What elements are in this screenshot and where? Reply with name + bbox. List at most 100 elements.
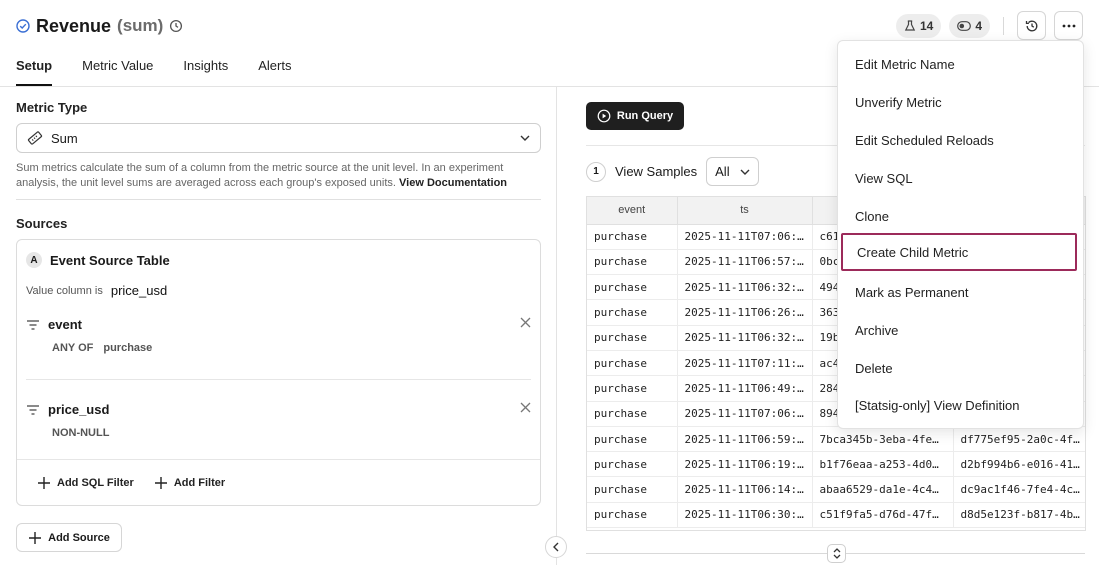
filter-condition: ANY OF purchase (52, 342, 531, 354)
experiments-count: 14 (919, 18, 934, 33)
table-cell: purchase (587, 426, 678, 453)
more-options-button[interactable] (1054, 11, 1083, 40)
table-row: purchase 2025-11-11T06:14:… abaa6529-da1e-… (587, 476, 1085, 503)
table-cell: b1f76eaa-a253-4d0… (812, 451, 954, 478)
table-cell: purchase (587, 375, 678, 402)
samples-filter-select[interactable]: All (706, 157, 759, 186)
table-cell: 7bca345b-3eba-4fe… (812, 426, 954, 453)
run-query-label: Run Query (616, 110, 674, 122)
menu-item-delete[interactable]: Delete (838, 349, 1083, 387)
plus-icon (28, 531, 42, 545)
table-cell: purchase (587, 249, 678, 276)
tab-bar: Setup Metric Value Insights Alerts (16, 52, 321, 86)
metric-type-value: Sum (51, 130, 78, 146)
table-cell: 2025-11-11T06:59:… (677, 426, 813, 453)
plus-icon (154, 476, 168, 490)
tab-setup[interactable]: Setup (16, 52, 53, 86)
menu-item-create-child-metric[interactable]: Create Child Metric (841, 233, 1077, 271)
filter-condition: NON-NULL (52, 427, 531, 439)
menu-item-edit-scheduled-reloads[interactable]: Edit Scheduled Reloads (838, 121, 1083, 159)
table-cell: 2025-11-11T06:14:… (677, 476, 813, 503)
flask-icon (904, 19, 916, 32)
table-row: purchase 2025-11-11T06:59:… 7bca345b-3eba-… (587, 426, 1085, 453)
table-cell: d2bf994b6-e016-41… (953, 451, 1085, 478)
metric-type-helper: Sum metrics calculate the sum of a colum… (16, 161, 541, 191)
filter-price-usd: price_usd NON-NULL (26, 402, 531, 439)
filter-field[interactable]: event (48, 317, 82, 332)
menu-item-edit-metric-name[interactable]: Edit Metric Name (838, 45, 1083, 83)
source-name[interactable]: Event Source Table (50, 253, 170, 268)
page-title: Revenue (36, 15, 112, 36)
view-documentation-link[interactable]: View Documentation (399, 177, 507, 189)
add-source-button[interactable]: Add Source (16, 523, 122, 552)
table-cell: purchase (587, 350, 678, 377)
metric-aggregation: (sum) (117, 16, 164, 35)
menu-item-clone[interactable]: Clone (838, 197, 1083, 235)
menu-item-statsig-only-view-definition[interactable]: [Statsig-only] View Definition (838, 386, 1083, 424)
tab-alerts[interactable]: Alerts (258, 52, 291, 86)
filter-value[interactable]: purchase (103, 342, 152, 354)
table-cell: dc9ac1f46-7fe4-4c… (953, 476, 1085, 503)
samples-count-badge: 1 (586, 161, 606, 182)
view-samples-label: View Samples (615, 164, 698, 179)
value-column-row: Value column is price_usd (26, 283, 167, 298)
menu-item-archive[interactable]: Archive (838, 311, 1083, 349)
add-source-label: Add Source (48, 531, 110, 544)
table-row: purchase 2025-11-11T06:30:… c51f9fa5-d76d-… (587, 502, 1085, 529)
filter-field[interactable]: price_usd (48, 402, 109, 417)
more-options-menu: Edit Metric Name Unverify Metric Edit Sche… (837, 40, 1084, 429)
menu-item-view-sql[interactable]: View SQL (838, 159, 1083, 197)
menu-item-mark-as-permanent[interactable]: Mark as Permanent (838, 273, 1083, 311)
metric-type-label: Metric Type (16, 100, 88, 115)
menu-item-unverify-metric[interactable]: Unverify Metric (838, 83, 1083, 121)
close-icon[interactable] (520, 402, 531, 413)
table-cell: abaa6529-da1e-4c4… (812, 476, 954, 503)
tab-insights[interactable]: Insights (183, 52, 228, 86)
filter-title: event (26, 317, 531, 332)
table-cell: 2025-11-11T06:30:… (677, 502, 813, 529)
source-card: A Event Source Table Value column is pri… (16, 239, 541, 506)
table-cell: 2025-11-11T06:32:… (677, 274, 813, 301)
table-cell: purchase (587, 451, 678, 478)
add-filter-label: Add Filter (173, 476, 226, 489)
add-filter-button[interactable]: Add Filter (154, 476, 225, 490)
table-cell: purchase (587, 325, 678, 351)
expand-results-button[interactable] (827, 544, 846, 563)
source-letter-badge: A (26, 252, 42, 268)
table-cell: 2025-11-11T06:57:… (677, 249, 813, 276)
panel-divider[interactable] (556, 87, 557, 565)
table-cell: purchase (587, 274, 678, 301)
chevron-up-down-icon (833, 548, 841, 559)
table-cell: purchase (587, 401, 678, 427)
toggle-icon (957, 20, 972, 31)
metric-type-select[interactable]: Sum (16, 123, 541, 153)
table-cell: purchase (587, 299, 678, 326)
add-sql-filter-button[interactable]: Add SQL Filter (37, 476, 134, 490)
more-horizontal-icon (1062, 24, 1076, 28)
column-header[interactable]: event (587, 197, 678, 225)
add-sql-filter-label: Add SQL Filter (57, 476, 134, 489)
table-cell: 2025-11-11T06:26:… (677, 299, 813, 326)
header-actions: 14 4 (895, 11, 1083, 40)
verified-check-icon (16, 19, 30, 33)
experiments-count-badge[interactable]: 14 (895, 13, 942, 38)
table-cell: 2025-11-11T07:06:… (677, 401, 813, 427)
run-query-button[interactable]: Run Query (586, 102, 684, 130)
value-column-field[interactable]: price_usd (111, 283, 167, 298)
table-cell: 2025-11-11T07:06:… (677, 224, 813, 250)
table-cell: d8d5e123f-b817-4b… (953, 502, 1085, 529)
ruler-icon (27, 130, 43, 146)
chevron-left-icon (553, 542, 559, 552)
column-header[interactable]: ts (677, 197, 813, 225)
filter-event: event ANY OF purchase (26, 317, 531, 354)
collapse-panel-button[interactable] (545, 536, 567, 558)
chevron-down-icon (740, 169, 750, 175)
table-cell: 2025-11-11T06:32:… (677, 325, 813, 351)
history-button[interactable] (1017, 11, 1046, 40)
close-icon[interactable] (520, 317, 531, 328)
setup-panel: Metric Type Sum Sum metrics calculate th… (16, 100, 541, 506)
tab-metric-value[interactable]: Metric Value (82, 52, 153, 86)
history-icon[interactable] (169, 19, 183, 33)
gates-count-badge[interactable]: 4 (949, 13, 990, 38)
filter-operator: ANY OF (52, 342, 94, 354)
